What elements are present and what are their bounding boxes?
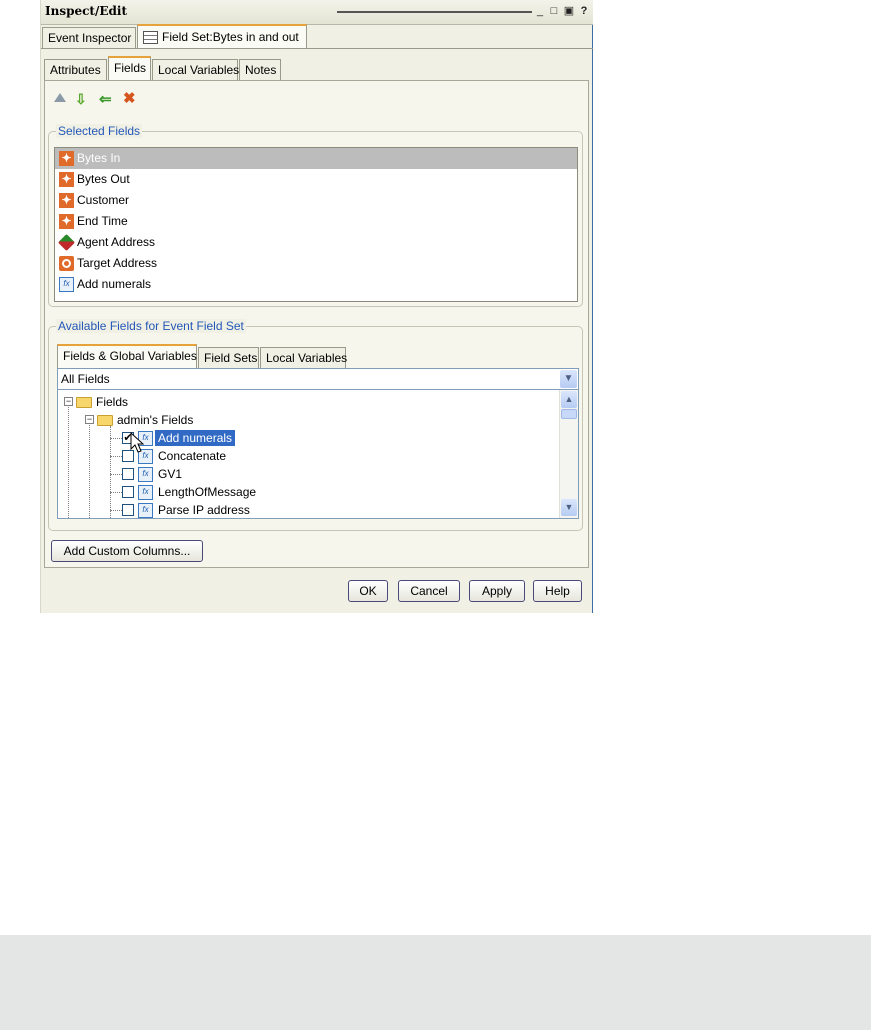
tab-label: Notes [245,63,277,77]
tree-line [110,456,122,457]
page-footer-band [0,935,871,1030]
maximize-icon[interactable]: □ [547,4,561,18]
tab-field-set[interactable]: Field Set:Bytes in and out [137,24,307,49]
list-item[interactable]: ✦ Bytes Out [55,169,577,190]
list-item-label: Agent Address [77,235,156,249]
move-down-icon[interactable]: ⇩ [75,91,87,108]
tree-item-label: Concatenate [158,449,227,463]
variable-icon: fx [138,503,153,518]
fields-filter-value: All Fields [61,372,110,386]
field-icon: ✦ [59,214,74,229]
tree-line [89,420,90,518]
tree-item-label: LengthOfMessage [158,485,257,499]
restore-icon[interactable]: ▣ [562,4,576,18]
list-item-label: Bytes Out [77,172,130,186]
list-item-label: Customer [77,193,130,207]
tab-label: Attributes [50,63,101,77]
list-item[interactable]: ✦ Bytes In [55,148,577,169]
fields-panel: ⇩ ⇐ ✖ Selected Fields ✦ Bytes In ✦ Bytes O… [44,80,589,568]
list-item-label: End Time [77,214,128,228]
field-icon: ✦ [59,172,74,187]
minimize-icon[interactable]: _ [533,4,547,18]
tree-item-label: Add numerals [155,430,236,446]
table-icon [143,31,158,45]
scroll-down-icon[interactable]: ▼ [561,499,577,516]
tree-line [110,438,122,439]
tab-divider [41,48,593,49]
ok-button[interactable]: OK [348,580,388,602]
move-up-icon[interactable] [54,93,66,102]
list-item[interactable]: Target Address [55,253,577,274]
scroll-up-icon[interactable]: ▲ [561,391,577,408]
address-icon [58,234,75,251]
fields-tree[interactable]: − Fields − admin's Fields ✔ fx Add numer… [57,389,579,519]
tree-item-label: GV1 [158,467,183,481]
available-fields-group: Available Fields for Event Field Set Fie… [48,319,583,531]
mouse-cursor-icon [130,432,145,453]
inspect-edit-window: Inspect/Edit _ □ ▣ ? Event Inspector Fie… [40,0,593,613]
tab-label: Fields [114,61,147,75]
tree-item-label: Parse IP address [158,503,250,517]
list-item-label: Bytes In [77,151,121,165]
tree-line [110,474,122,475]
available-fields-legend: Available Fields for Event Field Set [56,319,246,333]
title-separator [337,11,532,13]
tab-notes[interactable]: Notes [239,59,281,81]
list-item-label: Add numerals [77,277,152,291]
selected-fields-list[interactable]: ✦ Bytes In ✦ Bytes Out ✦ Customer ✦ End Time… [54,147,578,302]
field-icon: ✦ [59,193,74,208]
add-custom-columns-button[interactable]: Add Custom Columns... [51,540,203,562]
checkbox[interactable] [122,504,134,516]
folder-icon [97,415,113,426]
collapse-icon[interactable]: − [85,415,94,424]
collapse-icon[interactable]: − [64,397,73,406]
tab-available-local-variables[interactable]: Local Variables [260,347,348,369]
tab-local-variables[interactable]: Local Variables [152,59,240,81]
tab-label: Event Inspector [48,31,132,45]
scroll-thumb[interactable] [561,409,577,419]
folder-icon [76,397,92,408]
tree-node-label: admin's Fields [117,413,194,427]
target-icon [59,256,74,271]
apply-button[interactable]: Apply [469,580,525,602]
variable-icon: fx [138,485,153,500]
list-item[interactable]: fx Add numerals [55,274,577,295]
checkbox[interactable] [122,486,134,498]
tree-line [68,402,69,518]
tree-scrollbar[interactable]: ▲ ▼ [559,390,578,518]
remove-icon[interactable]: ✖ [123,89,136,107]
tab-event-inspector[interactable]: Event Inspector [42,27,136,49]
tree-line [110,510,122,511]
help-icon[interactable]: ? [577,4,591,18]
tree-node-label: Fields [96,395,129,409]
help-button[interactable]: Help [533,580,582,602]
list-item[interactable]: ✦ End Time [55,211,577,232]
list-item[interactable]: ✦ Customer [55,190,577,211]
tab-label: Field Set:Bytes in and out [162,30,299,44]
tab-label: Fields & Global Variables [63,349,197,363]
tree-line [110,492,122,493]
tab-field-sets[interactable]: Field Sets [198,347,259,369]
title-bar[interactable]: Inspect/Edit _ □ ▣ ? [41,0,593,25]
selected-fields-legend: Selected Fields [56,124,143,138]
tab-attributes[interactable]: Attributes [44,59,107,81]
selected-fields-group: Selected Fields ✦ Bytes In ✦ Bytes Out ✦ Cu… [48,124,583,307]
variable-icon: fx [138,467,153,482]
add-icon[interactable]: ⇐ [99,90,112,108]
fields-filter-select[interactable]: All Fields ▼ [57,368,579,390]
tab-label: Local Variables [266,351,348,365]
tab-label: Field Sets [204,351,258,365]
cancel-button[interactable]: Cancel [398,580,460,602]
tab-fields[interactable]: Fields [108,56,151,81]
tab-fields-global-variables[interactable]: Fields & Global Variables [57,344,197,368]
tab-label: Local Variables [158,63,240,77]
tree-line [110,426,111,518]
list-item[interactable]: Agent Address [55,232,577,253]
variable-icon: fx [59,277,74,292]
window-title: Inspect/Edit [45,4,127,18]
chevron-down-icon[interactable]: ▼ [560,370,577,388]
list-item-label: Target Address [77,256,158,270]
checkbox[interactable] [122,468,134,480]
field-icon: ✦ [59,151,74,166]
